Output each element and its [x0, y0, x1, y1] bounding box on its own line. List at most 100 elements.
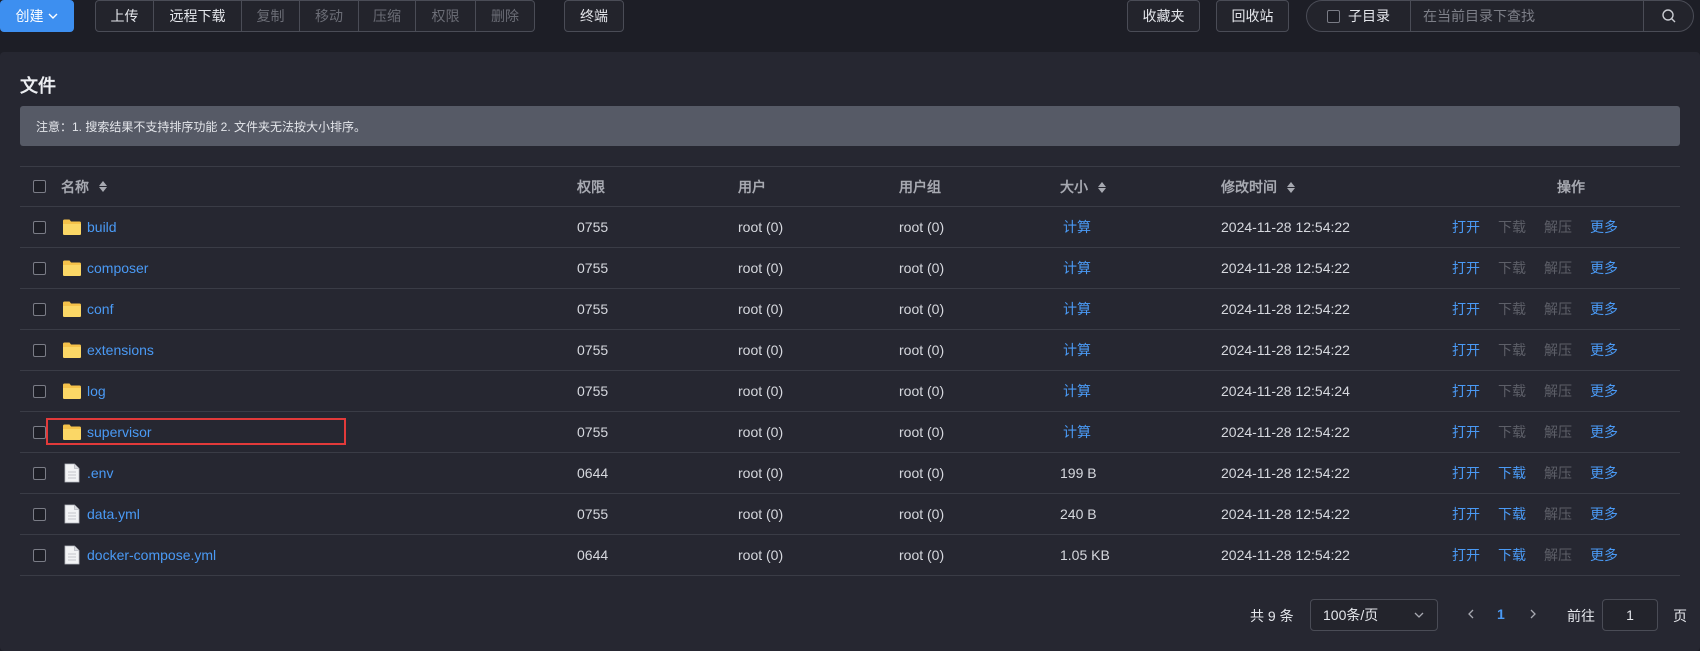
user-cell[interactable]: root (0)	[728, 424, 889, 440]
favorites-button[interactable]: 收藏夹	[1127, 0, 1200, 32]
download-link[interactable]: 下载	[1498, 299, 1526, 319]
user-cell[interactable]: root (0)	[728, 465, 889, 481]
download-link[interactable]: 下载	[1498, 258, 1526, 278]
extract-link[interactable]: 解压	[1544, 299, 1572, 319]
user-cell[interactable]: root (0)	[728, 506, 889, 522]
user-cell[interactable]: root (0)	[728, 219, 889, 235]
table-row[interactable]: docker-compose.yml 0644 root (0) root (0) 1.…	[20, 535, 1680, 576]
table-row[interactable]: conf 0755 root (0) root (0) 计算 2024-11-28 12:…	[20, 289, 1680, 330]
row-checkbox[interactable]	[33, 261, 46, 275]
row-checkbox[interactable]	[33, 220, 46, 234]
extract-link[interactable]: 解压	[1544, 258, 1572, 278]
copy-button[interactable]: 复制	[242, 0, 300, 32]
group-cell[interactable]: root (0)	[889, 547, 1050, 563]
remote-download-button[interactable]: 远程下载	[154, 0, 242, 32]
compress-button[interactable]: 压缩	[359, 0, 416, 32]
download-link[interactable]: 下载	[1498, 545, 1526, 565]
page-size-select[interactable]: 100条/页	[1310, 599, 1438, 631]
more-link[interactable]: 更多	[1590, 217, 1618, 237]
file-name-link[interactable]: log	[87, 383, 106, 399]
group-cell[interactable]: root (0)	[889, 260, 1050, 276]
extract-link[interactable]: 解压	[1544, 381, 1572, 401]
subdir-toggle[interactable]: 子目录	[1307, 1, 1411, 31]
extract-link[interactable]: 解压	[1544, 422, 1572, 442]
row-checkbox[interactable]	[33, 466, 46, 480]
open-link[interactable]: 打开	[1452, 217, 1480, 237]
more-link[interactable]: 更多	[1590, 258, 1618, 278]
table-row[interactable]: supervisor 0755 root (0) root (0) 计算 2024-11-…	[20, 412, 1680, 453]
file-name-link[interactable]: extensions	[87, 342, 154, 358]
group-cell[interactable]: root (0)	[889, 465, 1050, 481]
open-link[interactable]: 打开	[1452, 299, 1480, 319]
open-link[interactable]: 打开	[1452, 545, 1480, 565]
calculate-size-link[interactable]: 计算	[1060, 219, 1091, 235]
perm-cell[interactable]: 0755	[567, 383, 728, 399]
search-button[interactable]	[1643, 1, 1693, 31]
row-checkbox[interactable]	[33, 384, 46, 398]
perm-cell[interactable]: 0644	[567, 465, 728, 481]
perm-cell[interactable]: 0755	[567, 219, 728, 235]
more-link[interactable]: 更多	[1590, 545, 1618, 565]
download-link[interactable]: 下载	[1498, 340, 1526, 360]
perm-cell[interactable]: 0755	[567, 342, 728, 358]
permission-button[interactable]: 权限	[416, 0, 476, 32]
row-checkbox[interactable]	[33, 302, 46, 316]
more-link[interactable]: 更多	[1590, 422, 1618, 442]
user-cell[interactable]: root (0)	[728, 301, 889, 317]
group-cell[interactable]: root (0)	[889, 424, 1050, 440]
page-number-current[interactable]: 1	[1497, 606, 1505, 622]
prev-page-button[interactable]	[1465, 607, 1477, 623]
open-link[interactable]: 打开	[1452, 258, 1480, 278]
file-name-link[interactable]: docker-compose.yml	[87, 547, 216, 563]
extract-link[interactable]: 解压	[1544, 545, 1572, 565]
table-row[interactable]: data.yml 0755 root (0) root (0) 240 B 2024-11…	[20, 494, 1680, 535]
open-link[interactable]: 打开	[1452, 422, 1480, 442]
table-row[interactable]: build 0755 root (0) root (0) 计算 2024-11-28 12…	[20, 207, 1680, 248]
file-name-link[interactable]: data.yml	[87, 506, 140, 522]
move-button[interactable]: 移动	[300, 0, 359, 32]
perm-cell[interactable]: 0755	[567, 506, 728, 522]
user-cell[interactable]: root (0)	[728, 260, 889, 276]
download-link[interactable]: 下载	[1498, 504, 1526, 524]
calculate-size-link[interactable]: 计算	[1060, 342, 1091, 358]
calculate-size-link[interactable]: 计算	[1060, 260, 1091, 276]
file-name-link[interactable]: .env	[87, 465, 113, 481]
delete-button[interactable]: 删除	[476, 0, 535, 32]
more-link[interactable]: 更多	[1590, 381, 1618, 401]
calculate-size-link[interactable]: 计算	[1060, 301, 1091, 317]
group-cell[interactable]: root (0)	[889, 506, 1050, 522]
group-cell[interactable]: root (0)	[889, 342, 1050, 358]
subdir-checkbox[interactable]	[1327, 9, 1340, 23]
upload-button[interactable]: 上传	[95, 0, 154, 32]
extract-link[interactable]: 解压	[1544, 504, 1572, 524]
file-name-link[interactable]: build	[87, 219, 117, 235]
row-checkbox[interactable]	[33, 548, 46, 562]
header-name[interactable]: 名称	[57, 177, 567, 197]
goto-page-input[interactable]	[1602, 599, 1658, 631]
row-checkbox[interactable]	[33, 425, 46, 439]
download-link[interactable]: 下载	[1498, 217, 1526, 237]
user-cell[interactable]: root (0)	[728, 547, 889, 563]
row-checkbox[interactable]	[33, 343, 46, 357]
header-mtime[interactable]: 修改时间	[1211, 177, 1372, 197]
file-name-link[interactable]: conf	[87, 301, 113, 317]
more-link[interactable]: 更多	[1590, 299, 1618, 319]
table-row[interactable]: .env 0644 root (0) root (0) 199 B 2024-11-28 …	[20, 453, 1680, 494]
download-link[interactable]: 下载	[1498, 463, 1526, 483]
group-cell[interactable]: root (0)	[889, 219, 1050, 235]
group-cell[interactable]: root (0)	[889, 383, 1050, 399]
recycle-bin-button[interactable]: 回收站	[1216, 0, 1289, 32]
extract-link[interactable]: 解压	[1544, 340, 1572, 360]
create-button[interactable]: 创建	[0, 0, 74, 32]
download-link[interactable]: 下载	[1498, 381, 1526, 401]
extract-link[interactable]: 解压	[1544, 463, 1572, 483]
open-link[interactable]: 打开	[1452, 381, 1480, 401]
row-checkbox[interactable]	[33, 507, 46, 521]
search-input[interactable]	[1411, 1, 1643, 31]
perm-cell[interactable]: 0644	[567, 547, 728, 563]
more-link[interactable]: 更多	[1590, 504, 1618, 524]
open-link[interactable]: 打开	[1452, 463, 1480, 483]
extract-link[interactable]: 解压	[1544, 217, 1572, 237]
perm-cell[interactable]: 0755	[567, 424, 728, 440]
more-link[interactable]: 更多	[1590, 463, 1618, 483]
